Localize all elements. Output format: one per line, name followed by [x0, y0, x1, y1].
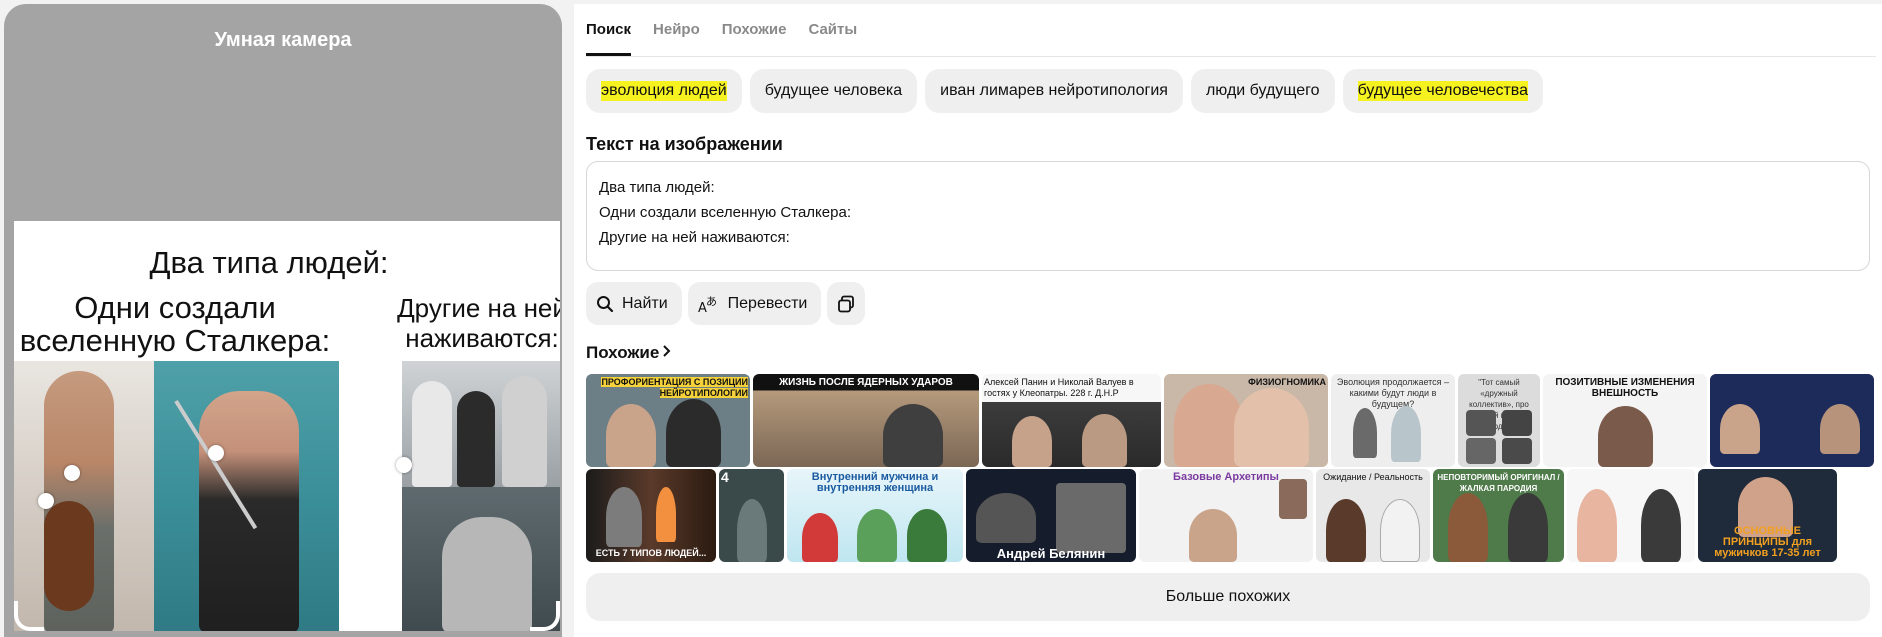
- photo-crowd: [402, 361, 560, 487]
- similar-image[interactable]: [1567, 469, 1695, 562]
- find-button-label: Найти: [622, 294, 668, 312]
- similar-image[interactable]: Внутренний мужчина и внутренняя женщина: [787, 469, 963, 562]
- similar-row-2: ЕСТЬ 7 ТИПОВ ЛЮДЕЙ... 4 Внутренний мужчи…: [586, 469, 1837, 562]
- recognized-text-line: Одни создали вселенную Сталкера:: [599, 204, 851, 221]
- text-on-image-title: Текст на изображении: [586, 134, 783, 154]
- similar-heading-link[interactable]: Похожие: [586, 343, 672, 363]
- similar-image[interactable]: Базовые Архетипы: [1139, 469, 1313, 562]
- suggestion-chip[interactable]: эволюция людей: [586, 69, 742, 113]
- similar-image[interactable]: Андрей Белянин: [966, 469, 1136, 562]
- recognized-text-box[interactable]: Два типа людей: Одни создали вселенную С…: [586, 161, 1870, 271]
- search-icon: [596, 295, 614, 313]
- tab-sites[interactable]: Сайты: [797, 4, 868, 56]
- similar-image[interactable]: Алексей Панин и Николай Валуев в гостях …: [982, 374, 1161, 467]
- text-actions: Найти Aあ Перевести: [586, 282, 866, 325]
- chevron-right-icon: [662, 343, 672, 363]
- similar-image[interactable]: 4: [719, 469, 784, 562]
- screen: Умная камера Два типа людей: Одни создал…: [0, 0, 1882, 637]
- similar-image[interactable]: ЖИЗНЬ ПОСЛЕ ЯДЕРНЫХ УДАРОВ: [753, 374, 979, 467]
- translate-button-label: Перевести: [727, 294, 808, 312]
- photo-man-with-sword: [154, 361, 339, 631]
- suggestion-chip[interactable]: будущее человека: [749, 69, 918, 113]
- translate-button[interactable]: Aあ Перевести: [687, 282, 822, 325]
- similar-image[interactable]: ПРОФОРИЕНТАЦИЯ С ПОЗИЦИИ НЕЙРОТИПОЛОГИИ: [586, 374, 750, 467]
- copy-button[interactable]: [827, 282, 866, 325]
- crop-handle-top-left[interactable]: [14, 221, 44, 251]
- suggestion-chip[interactable]: иван лимарев нейротипология: [925, 69, 1183, 113]
- similar-image[interactable]: ЕСТЬ 7 ТИПОВ ЛЮДЕЙ...: [586, 469, 716, 562]
- tab-bar: Поиск Нейро Похожие Сайты: [586, 4, 868, 56]
- similar-image[interactable]: ФИЗИОГНОМИКА: [1164, 374, 1328, 467]
- copy-icon: [837, 295, 855, 313]
- svg-text:あ: あ: [706, 295, 717, 308]
- object-marker[interactable]: [38, 493, 54, 509]
- crop-handle-bottom-left[interactable]: [14, 601, 44, 631]
- camera-title: Умная камера: [214, 29, 352, 51]
- query-suggestions: эволюция людей будущее человека иван лим…: [586, 69, 1543, 113]
- find-button[interactable]: Найти: [586, 282, 682, 325]
- smart-camera-panel: Умная камера Два типа людей: Одни создал…: [4, 4, 562, 637]
- translate-icon: Aあ: [698, 294, 720, 314]
- similar-image[interactable]: ОСНОВНЫЕ ПРИНЦИПЫ для мужичков 17-35 лет: [1698, 469, 1837, 562]
- cropped-image[interactable]: Два типа людей: Одни создали вселенную С…: [14, 221, 560, 631]
- similar-image[interactable]: НЕПОВТОРИМЫЙ ОРИГИНАЛ / ЖАЛКАЯ ПАРОДИЯ: [1433, 469, 1564, 562]
- similar-row-1: ПРОФОРИЕНТАЦИЯ С ПОЗИЦИИ НЕЙРОТИПОЛОГИИ …: [586, 374, 1874, 467]
- similar-title: Похожие: [586, 343, 660, 362]
- similar-image[interactable]: [1710, 374, 1874, 467]
- similar-image[interactable]: Эволюция продолжается – какими будут люд…: [1331, 374, 1455, 467]
- object-marker[interactable]: [208, 445, 224, 461]
- similar-image[interactable]: ПОЗИТИВНЫЕ ИЗМЕНЕНИЯ ВНЕШНОСТЬ: [1543, 374, 1707, 467]
- image-headline: Два типа людей:: [149, 245, 389, 280]
- results-panel: Поиск Нейро Похожие Сайты эволюция людей…: [574, 4, 1882, 637]
- image-left-caption: Одни создали вселенную Сталкера:: [19, 290, 331, 358]
- recognized-text-line: Другие на ней наживаются:: [599, 229, 790, 246]
- similar-image[interactable]: Ожидание / Реальность: [1316, 469, 1430, 562]
- image-right-caption: Другие на ней наживаются:: [397, 293, 560, 353]
- suggestion-chip[interactable]: будущее человечества: [1342, 69, 1543, 113]
- tab-divider: [586, 56, 1876, 57]
- object-marker[interactable]: [396, 457, 412, 473]
- tab-similar[interactable]: Похожие: [711, 4, 798, 56]
- tab-neuro[interactable]: Нейро: [642, 4, 711, 56]
- more-similar-button[interactable]: Больше похожих: [586, 573, 1870, 621]
- object-marker[interactable]: [64, 465, 80, 481]
- recognized-text-line: Два типа людей:: [599, 179, 715, 196]
- photo-man-with-guitar: [14, 361, 154, 631]
- tab-search[interactable]: Поиск: [586, 4, 642, 56]
- crop-handle-top-right[interactable]: [530, 221, 560, 251]
- similar-image[interactable]: "Тот самый «дружный коллектив», про кото…: [1458, 374, 1540, 467]
- suggestion-chip[interactable]: люди будущего: [1190, 69, 1335, 113]
